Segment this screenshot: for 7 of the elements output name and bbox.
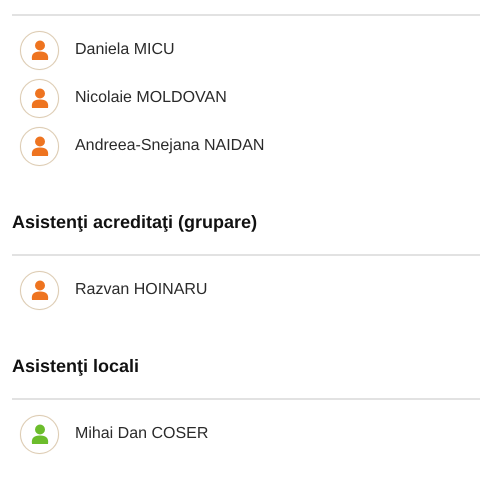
- person-name[interactable]: Andreea-Snejana NAIDAN: [75, 137, 264, 155]
- person-name[interactable]: Nicolaie MOLDOVAN: [75, 89, 227, 107]
- person-name[interactable]: Mihai Dan COSER: [75, 425, 208, 443]
- person-name[interactable]: Daniela MICU: [75, 41, 175, 59]
- section-heading: Asistenţi locali: [12, 356, 140, 376]
- person-name[interactable]: Razvan HOINARU: [75, 281, 208, 299]
- section-heading: Asistenţi acreditaţi (grupare): [12, 212, 258, 232]
